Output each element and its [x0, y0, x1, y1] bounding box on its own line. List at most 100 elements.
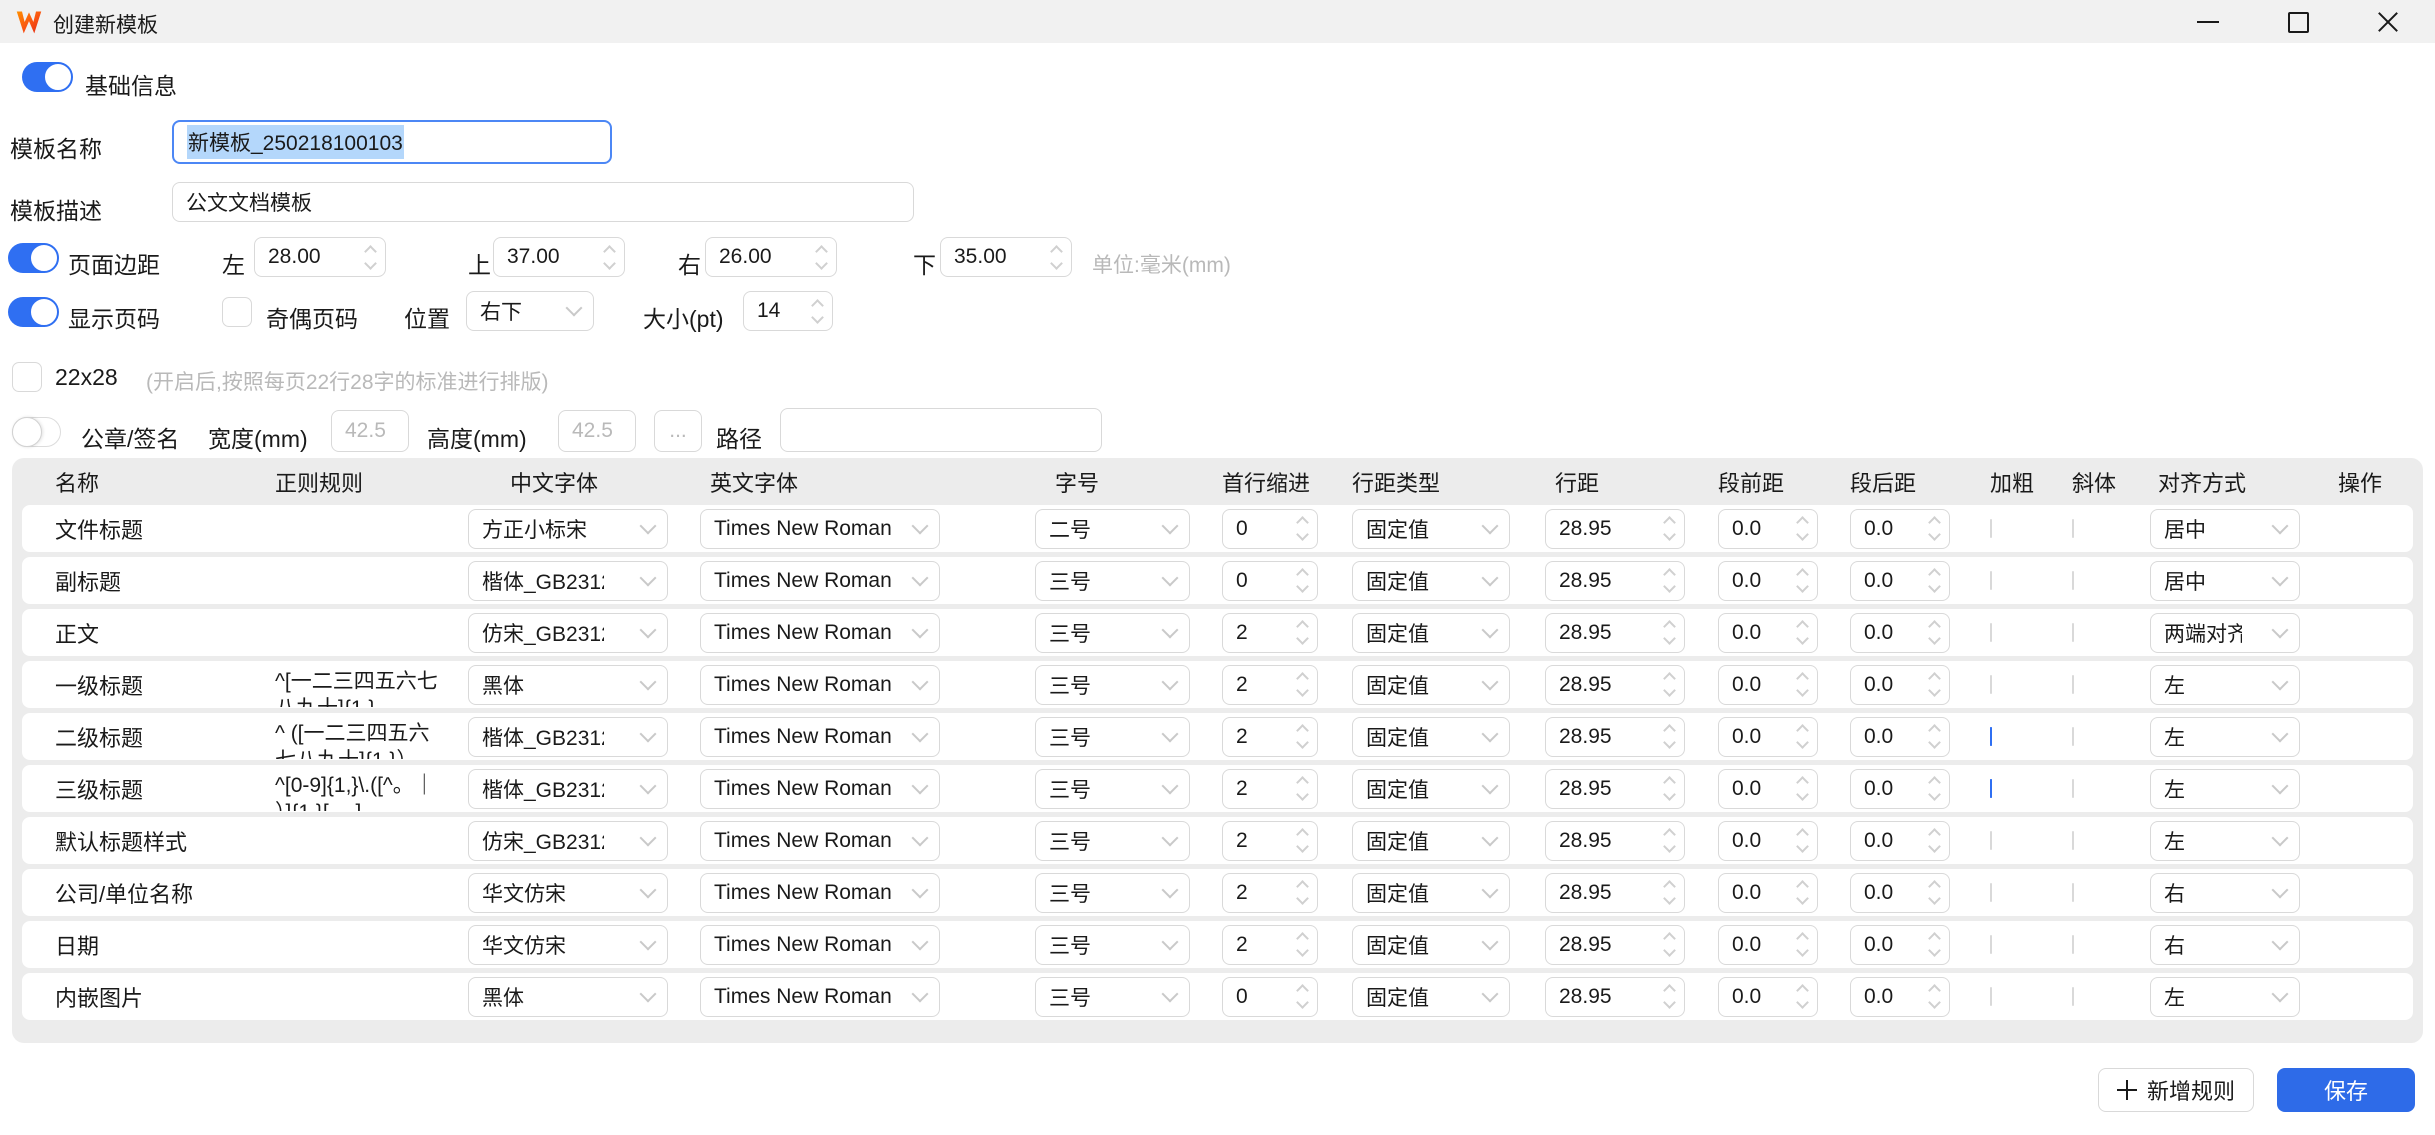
- en-font-dropdown[interactable]: Times New Roman: [700, 977, 940, 1017]
- align-dropdown[interactable]: 左: [2150, 769, 2300, 809]
- spinner-arrows[interactable]: [1930, 674, 1939, 695]
- spinner-arrows[interactable]: [605, 247, 614, 268]
- spinner-arrows[interactable]: [817, 247, 826, 268]
- cn-font-dropdown[interactable]: 方正小标宋: [468, 509, 668, 549]
- spinner-arrows[interactable]: [1798, 934, 1807, 955]
- template-desc-input[interactable]: 公文文档模板: [172, 182, 914, 222]
- italic-checkbox[interactable]: [2072, 831, 2074, 850]
- spinner-arrows[interactable]: [1798, 778, 1807, 799]
- spinner-arrows[interactable]: [1665, 674, 1674, 695]
- indent-spinner[interactable]: 2: [1222, 925, 1318, 965]
- space-before-spinner[interactable]: 0.0: [1718, 873, 1818, 913]
- italic-checkbox[interactable]: [2072, 935, 2074, 954]
- cn-font-dropdown[interactable]: 楷体_GB2312: [468, 769, 668, 809]
- font-size-dropdown[interactable]: 三号: [1035, 925, 1190, 965]
- spacing-type-dropdown[interactable]: 固定值: [1352, 925, 1510, 965]
- odd-even-checkbox[interactable]: [222, 297, 252, 327]
- space-after-spinner[interactable]: 0.0: [1850, 977, 1950, 1017]
- spinner-arrows[interactable]: [1665, 778, 1674, 799]
- show-page-number-toggle[interactable]: [8, 297, 57, 327]
- space-before-spinner[interactable]: 0.0: [1718, 717, 1818, 757]
- spinner-arrows[interactable]: [1298, 570, 1307, 591]
- spacing-spinner[interactable]: 28.95: [1545, 821, 1685, 861]
- bold-checkbox[interactable]: [1990, 883, 1992, 902]
- spinner-arrows[interactable]: [1298, 830, 1307, 851]
- indent-spinner[interactable]: 0: [1222, 509, 1318, 549]
- en-font-dropdown[interactable]: Times New Roman: [700, 769, 940, 809]
- italic-checkbox[interactable]: [2072, 883, 2074, 902]
- spinner-arrows[interactable]: [1798, 726, 1807, 747]
- margin-top-spinner[interactable]: 37.00: [493, 237, 625, 277]
- en-font-dropdown[interactable]: Times New Roman: [700, 665, 940, 705]
- indent-spinner[interactable]: 2: [1222, 873, 1318, 913]
- browse-button[interactable]: ...: [654, 410, 702, 452]
- spinner-arrows[interactable]: [1930, 830, 1939, 851]
- spinner-arrows[interactable]: [1298, 986, 1307, 1007]
- spinner-arrows[interactable]: [1798, 986, 1807, 1007]
- spinner-arrows[interactable]: [1665, 726, 1674, 747]
- italic-checkbox[interactable]: [2072, 675, 2074, 694]
- spinner-arrows[interactable]: [1298, 882, 1307, 903]
- space-after-spinner[interactable]: 0.0: [1850, 613, 1950, 653]
- align-dropdown[interactable]: 两端对齐: [2150, 613, 2300, 653]
- space-before-spinner[interactable]: 0.0: [1718, 509, 1818, 549]
- spacing-spinner[interactable]: 28.95: [1545, 977, 1685, 1017]
- indent-spinner[interactable]: 2: [1222, 821, 1318, 861]
- spacing-type-dropdown[interactable]: 固定值: [1352, 509, 1510, 549]
- space-after-spinner[interactable]: 0.0: [1850, 665, 1950, 705]
- spinner-arrows[interactable]: [1298, 518, 1307, 539]
- spinner-arrows[interactable]: [1665, 830, 1674, 851]
- spacing-spinner[interactable]: 28.95: [1545, 665, 1685, 705]
- italic-checkbox[interactable]: [2072, 571, 2074, 590]
- space-before-spinner[interactable]: 0.0: [1718, 977, 1818, 1017]
- spacing-type-dropdown[interactable]: 固定值: [1352, 769, 1510, 809]
- add-rule-button[interactable]: 新增规则: [2098, 1068, 2254, 1112]
- font-size-dropdown[interactable]: 三号: [1035, 717, 1190, 757]
- seal-path-input[interactable]: [780, 408, 1102, 452]
- align-dropdown[interactable]: 左: [2150, 821, 2300, 861]
- spinner-arrows[interactable]: [1930, 726, 1939, 747]
- en-font-dropdown[interactable]: Times New Roman: [700, 925, 940, 965]
- spacing-type-dropdown[interactable]: 固定值: [1352, 977, 1510, 1017]
- spinner-arrows[interactable]: [1665, 934, 1674, 955]
- space-before-spinner[interactable]: 0.0: [1718, 821, 1818, 861]
- margin-right-spinner[interactable]: 26.00: [705, 237, 837, 277]
- spacing-spinner[interactable]: 28.95: [1545, 925, 1685, 965]
- spinner-arrows[interactable]: [1298, 934, 1307, 955]
- spinner-arrows[interactable]: [1798, 830, 1807, 851]
- seal-width-input[interactable]: 42.5: [331, 410, 409, 452]
- spinner-arrows[interactable]: [1665, 622, 1674, 643]
- italic-checkbox[interactable]: [2072, 519, 2074, 538]
- cn-font-dropdown[interactable]: 黑体: [468, 977, 668, 1017]
- spinner-arrows[interactable]: [1798, 622, 1807, 643]
- bold-checkbox[interactable]: [1990, 623, 1992, 642]
- bold-checkbox[interactable]: [1990, 987, 1992, 1006]
- bold-checkbox[interactable]: [1990, 727, 1992, 746]
- space-after-spinner[interactable]: 0.0: [1850, 821, 1950, 861]
- en-font-dropdown[interactable]: Times New Roman: [700, 821, 940, 861]
- seal-height-input[interactable]: 42.5: [558, 410, 636, 452]
- spinner-arrows[interactable]: [1298, 726, 1307, 747]
- font-size-dropdown[interactable]: 二号: [1035, 509, 1190, 549]
- spinner-arrows[interactable]: [1798, 518, 1807, 539]
- space-after-spinner[interactable]: 0.0: [1850, 717, 1950, 757]
- spinner-arrows[interactable]: [1665, 986, 1674, 1007]
- spinner-arrows[interactable]: [1930, 934, 1939, 955]
- align-dropdown[interactable]: 左: [2150, 977, 2300, 1017]
- italic-checkbox[interactable]: [2072, 987, 2074, 1006]
- spacing-spinner[interactable]: 28.95: [1545, 561, 1685, 601]
- cn-font-dropdown[interactable]: 楷体_GB2312: [468, 717, 668, 757]
- margin-bottom-spinner[interactable]: 35.00: [940, 237, 1072, 277]
- spacing-spinner[interactable]: 28.95: [1545, 613, 1685, 653]
- indent-spinner[interactable]: 0: [1222, 977, 1318, 1017]
- bold-checkbox[interactable]: [1990, 779, 1992, 798]
- space-before-spinner[interactable]: 0.0: [1718, 925, 1818, 965]
- save-button[interactable]: 保存: [2277, 1068, 2415, 1112]
- template-name-input[interactable]: 新模板_250218100103: [172, 120, 612, 164]
- en-font-dropdown[interactable]: Times New Roman: [700, 509, 940, 549]
- align-dropdown[interactable]: 左: [2150, 665, 2300, 705]
- spacing-type-dropdown[interactable]: 固定值: [1352, 717, 1510, 757]
- italic-checkbox[interactable]: [2072, 623, 2074, 642]
- font-size-dropdown[interactable]: 三号: [1035, 873, 1190, 913]
- spinner-arrows[interactable]: [1298, 622, 1307, 643]
